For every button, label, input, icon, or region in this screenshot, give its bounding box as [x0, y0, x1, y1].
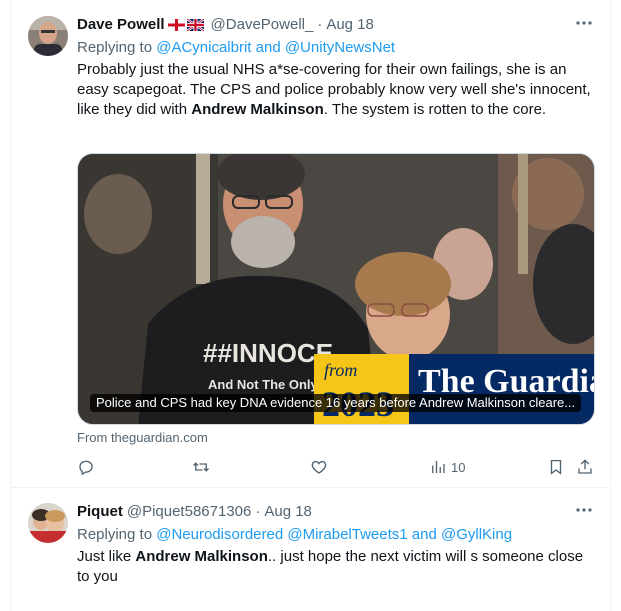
link-card[interactable]: ##INNOCE And Not The Only from 2023 The …: [77, 153, 595, 425]
retweet-icon: [193, 462, 209, 472]
tweet-header: Dave Powell @DavePowell_ · Aug 18: [77, 14, 595, 36]
tweet-date[interactable]: Aug 18: [326, 14, 374, 36]
tweet-text: Just like Andrew Malkinson.. just hope t…: [77, 547, 595, 587]
tweet-text-highlight: Andrew Malkinson: [135, 548, 268, 565]
avatar[interactable]: [28, 503, 68, 543]
separator-dot: ·: [317, 16, 323, 33]
reply-button[interactable]: [77, 457, 95, 477]
tweet[interactable]: Dave Powell @DavePowell_ · Aug 18 Replyi…: [11, 0, 610, 488]
views-button[interactable]: 10: [429, 457, 465, 477]
shirt-subtext: And Not The Only: [208, 377, 319, 392]
badge-from-label: from: [324, 360, 357, 380]
tweet[interactable]: Piquet @Piquet58671306 · Aug 18 Replying…: [11, 489, 610, 611]
name-flags: [167, 19, 204, 31]
replying-to-label: Replying to: [77, 526, 153, 543]
uk-flag-icon: [186, 19, 204, 31]
user-handle[interactable]: @Piquet58671306: [127, 501, 252, 523]
tweet-actions: 10: [77, 457, 597, 477]
separator-dot: ·: [255, 503, 261, 520]
display-name[interactable]: Piquet: [77, 501, 123, 523]
retweet-button[interactable]: [192, 457, 210, 477]
bookmark-icon: [550, 459, 562, 475]
like-button[interactable]: [310, 457, 328, 477]
timeline: Dave Powell @DavePowell_ · Aug 18 Replyi…: [10, 0, 611, 611]
like-icon: [311, 460, 327, 474]
replying-to-label: Replying to: [77, 39, 153, 56]
replying-to-mentions[interactable]: @Neurodisordered @MirabelTweets1 and @Gy…: [156, 526, 512, 543]
avatar[interactable]: [28, 16, 68, 56]
reply-icon: [79, 460, 93, 476]
card-source[interactable]: From theguardian.com: [77, 430, 208, 446]
bookmark-button[interactable]: [547, 457, 565, 477]
views-icon: [432, 461, 445, 473]
tweet-text-highlight: Andrew Malkinson: [191, 101, 324, 118]
card-image: ##INNOCE And Not The Only from 2023 The …: [78, 154, 594, 424]
card-caption: Police and CPS had key DNA evidence 16 y…: [90, 394, 582, 412]
more-icon[interactable]: [573, 14, 595, 36]
england-flag-icon: [167, 19, 185, 31]
shirt-text: ##INNOCE: [203, 338, 333, 368]
tweet-text-part: . The system is rotten to the core.: [323, 101, 547, 118]
views-count: 10: [451, 459, 466, 475]
user-handle[interactable]: @DavePowell_: [211, 14, 314, 36]
more-icon[interactable]: [573, 501, 595, 523]
tweet-date[interactable]: Aug 18: [264, 501, 312, 523]
tweet-content: Piquet @Piquet58671306 · Aug 18 Replying…: [77, 501, 595, 587]
replying-to: Replying to @ACynicalbrit and @UnityNews…: [77, 38, 595, 58]
tweet-header: Piquet @Piquet58671306 · Aug 18: [77, 501, 595, 523]
tweet-text: Probably just the usual NHS a*se-coverin…: [77, 60, 595, 120]
share-icon: [578, 459, 592, 474]
share-button[interactable]: [576, 457, 594, 477]
tweet-content: Dave Powell @DavePowell_ · Aug 18 Replyi…: [77, 14, 595, 476]
tweet-text-part: Just like: [77, 548, 136, 565]
replying-to-mentions[interactable]: @ACynicalbrit and @UnityNewsNet: [156, 39, 395, 56]
display-name[interactable]: Dave Powell: [77, 14, 165, 36]
replying-to: Replying to @Neurodisordered @MirabelTwe…: [77, 525, 595, 545]
